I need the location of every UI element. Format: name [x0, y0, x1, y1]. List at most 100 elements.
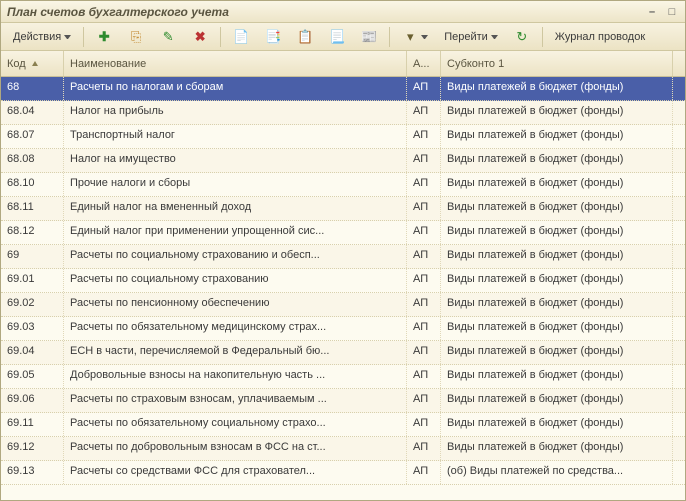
- copy-button[interactable]: ⎘: [122, 26, 150, 48]
- cell-ap: АП: [407, 173, 441, 196]
- cell-sub1: Виды платежей в бюджет (фонды): [441, 77, 673, 100]
- table-row[interactable]: 69.13Расчеты со средствами ФСС для страх…: [1, 461, 685, 485]
- cell-code: 69.01: [1, 269, 64, 292]
- document-icon: 📰: [361, 29, 377, 45]
- cell-ap: АП: [407, 149, 441, 172]
- cell-name: Расчеты по социальному страхованию и обе…: [64, 245, 407, 268]
- cell-name: Расчеты по обязательному социальному стр…: [64, 413, 407, 436]
- titlebar: План счетов бухгалтерского учета – □: [1, 1, 685, 23]
- cell-name: Транспортный налог: [64, 125, 407, 148]
- cell-code: 69.13: [1, 461, 64, 484]
- cell-code: 69.06: [1, 389, 64, 412]
- toolbar: Действия ✚ ⎘ ✎ ✖ 📄 📑 📋 📃 📰 ▾ Перейти ↻ Ж…: [1, 23, 685, 51]
- cell-name: Расчеты по страховым взносам, уплачиваем…: [64, 389, 407, 412]
- cell-ap: АП: [407, 101, 441, 124]
- column-label: Код: [7, 58, 26, 70]
- column-label: Наименование: [70, 58, 146, 70]
- toolbar-separator: [542, 27, 543, 47]
- cell-name: Расчеты по добровольным взносам в ФСС на…: [64, 437, 407, 460]
- goto-menu-button[interactable]: Перейти: [438, 26, 504, 48]
- cell-code: 68.11: [1, 197, 64, 220]
- goto-label: Перейти: [444, 31, 488, 43]
- doc4-button[interactable]: 📃: [323, 26, 351, 48]
- table-row[interactable]: 69.11Расчеты по обязательному социальном…: [1, 413, 685, 437]
- plus-icon: ✚: [96, 29, 112, 45]
- doc5-button[interactable]: 📰: [355, 26, 383, 48]
- cell-ap: АП: [407, 341, 441, 364]
- cell-ap: АП: [407, 245, 441, 268]
- doc3-button[interactable]: 📋: [291, 26, 319, 48]
- table-row[interactable]: 68.04Налог на прибыльАПВиды платежей в б…: [1, 101, 685, 125]
- table-row[interactable]: 69.05Добровольные взносы на накопительну…: [1, 365, 685, 389]
- column-label: А...: [413, 58, 430, 70]
- table-row[interactable]: 68.10Прочие налоги и сборыАПВиды платеже…: [1, 173, 685, 197]
- cell-sub1: Виды платежей в бюджет (фонды): [441, 341, 673, 364]
- table-row[interactable]: 69.04ЕСН в части, перечисляемой в Федера…: [1, 341, 685, 365]
- maximize-button[interactable]: □: [665, 5, 679, 19]
- cell-sub1: Виды платежей в бюджет (фонды): [441, 101, 673, 124]
- table-row[interactable]: 69.01Расчеты по социальному страхованиюА…: [1, 269, 685, 293]
- filter-button[interactable]: ▾: [396, 26, 434, 48]
- table-row[interactable]: 69Расчеты по социальному страхованию и о…: [1, 245, 685, 269]
- journal-button[interactable]: Журнал проводок: [549, 26, 651, 48]
- table-row[interactable]: 69.06Расчеты по страховым взносам, уплач…: [1, 389, 685, 413]
- edit-button[interactable]: ✎: [154, 26, 182, 48]
- table-row[interactable]: 68.12Единый налог при применении упрощен…: [1, 221, 685, 245]
- column-header-ap[interactable]: А...: [407, 51, 441, 76]
- actions-menu-button[interactable]: Действия: [7, 26, 77, 48]
- cell-sub1: Виды платежей в бюджет (фонды): [441, 149, 673, 172]
- dropdown-icon: [421, 35, 428, 39]
- table-row[interactable]: 69.03Расчеты по обязательному медицинско…: [1, 317, 685, 341]
- cell-ap: АП: [407, 197, 441, 220]
- add-button[interactable]: ✚: [90, 26, 118, 48]
- cell-name: Единый налог на вмененный доход: [64, 197, 407, 220]
- column-header-sub1[interactable]: Субконто 1: [441, 51, 673, 76]
- cell-ap: АП: [407, 77, 441, 100]
- grid-body[interactable]: 68Расчеты по налогам и сборамАПВиды плат…: [1, 77, 685, 500]
- toolbar-separator: [220, 27, 221, 47]
- cell-code: 68.07: [1, 125, 64, 148]
- doc1-button[interactable]: 📄: [227, 26, 255, 48]
- cell-code: 69.05: [1, 365, 64, 388]
- table-row[interactable]: 68.11Единый налог на вмененный доходАПВи…: [1, 197, 685, 221]
- table-row[interactable]: 69.12Расчеты по добровольным взносам в Ф…: [1, 437, 685, 461]
- cell-sub1: Виды платежей в бюджет (фонды): [441, 389, 673, 412]
- copy-icon: ⎘: [128, 29, 144, 45]
- table-row[interactable]: 68.07Транспортный налогАПВиды платежей в…: [1, 125, 685, 149]
- cell-sub1: Виды платежей в бюджет (фонды): [441, 197, 673, 220]
- cell-code: 69: [1, 245, 64, 268]
- toolbar-separator: [389, 27, 390, 47]
- cell-code: 69.12: [1, 437, 64, 460]
- dropdown-icon: [64, 35, 71, 39]
- cell-name: Расчеты по налогам и сборам: [64, 77, 407, 100]
- window-buttons: – □: [645, 5, 679, 19]
- cell-sub1: Виды платежей в бюджет (фонды): [441, 173, 673, 196]
- cell-code: 68.08: [1, 149, 64, 172]
- cell-name: Добровольные взносы на накопительную час…: [64, 365, 407, 388]
- minimize-button[interactable]: –: [645, 5, 659, 19]
- cell-ap: АП: [407, 365, 441, 388]
- cell-name: Расчеты по социальному страхованию: [64, 269, 407, 292]
- table-row[interactable]: 69.02Расчеты по пенсионному обеспечениюА…: [1, 293, 685, 317]
- cell-code: 68: [1, 77, 64, 100]
- delete-button[interactable]: ✖: [186, 26, 214, 48]
- refresh-icon: ↻: [514, 29, 530, 45]
- cell-ap: АП: [407, 461, 441, 484]
- column-header-code[interactable]: Код: [1, 51, 64, 76]
- cell-ap: АП: [407, 413, 441, 436]
- cell-code: 69.02: [1, 293, 64, 316]
- cell-sub1: Виды платежей в бюджет (фонды): [441, 125, 673, 148]
- cell-name: Налог на имущество: [64, 149, 407, 172]
- document-icon: 📑: [265, 29, 281, 45]
- cell-sub1: (об) Виды платежей по средства...: [441, 461, 673, 484]
- doc2-button[interactable]: 📑: [259, 26, 287, 48]
- funnel-icon: ▾: [402, 29, 418, 45]
- actions-label: Действия: [13, 31, 61, 43]
- cell-sub1: Виды платежей в бюджет (фонды): [441, 269, 673, 292]
- cell-code: 69.03: [1, 317, 64, 340]
- column-header-name[interactable]: Наименование: [64, 51, 407, 76]
- table-row[interactable]: 68.08Налог на имуществоАПВиды платежей в…: [1, 149, 685, 173]
- refresh-button[interactable]: ↻: [508, 26, 536, 48]
- cell-ap: АП: [407, 437, 441, 460]
- table-row[interactable]: 68Расчеты по налогам и сборамАПВиды плат…: [1, 77, 685, 101]
